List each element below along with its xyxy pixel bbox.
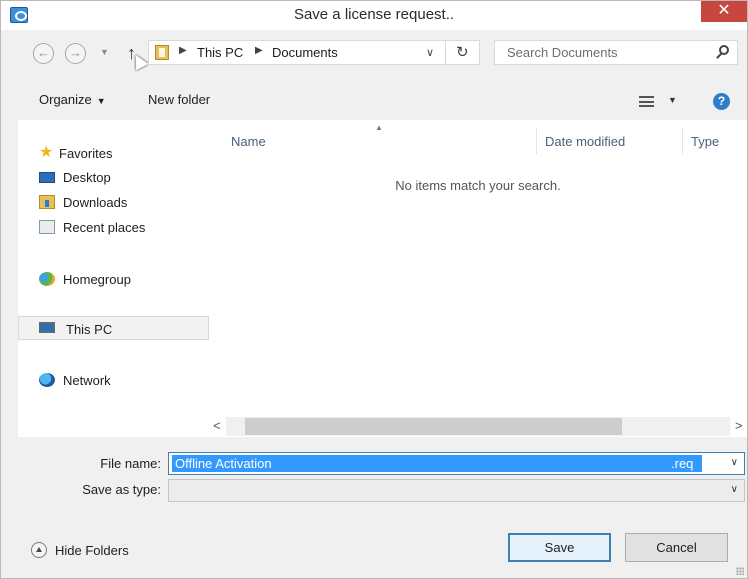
chevron-up-circle-icon [31, 542, 47, 558]
scroll-thumb[interactable] [245, 418, 622, 435]
nav-item-downloads[interactable]: Downloads [18, 190, 209, 214]
empty-message: No items match your search. [395, 178, 561, 193]
title-bar: Save a license request.. ✕ [1, 1, 747, 30]
organize-label: Organize [39, 92, 92, 107]
computer-icon [39, 322, 55, 333]
nav-item-label: Recent places [63, 220, 146, 235]
window-title: Save a license request.. [293, 6, 455, 23]
file-name-chevron-down-icon[interactable]: ∨ [731, 457, 738, 468]
hide-folders-label: Hide Folders [55, 543, 129, 558]
forward-arrow-icon: → [69, 45, 82, 60]
column-header-type[interactable]: Type [691, 134, 719, 149]
breadcrumb-separator-icon: ▶ [255, 45, 263, 56]
column-divider [536, 128, 537, 154]
address-divider [445, 41, 446, 64]
back-button[interactable]: ← [33, 43, 54, 64]
nav-item-label: Favorites [59, 146, 113, 161]
file-name-field[interactable]: Offline Activation .req ∨ [168, 452, 745, 475]
help-icon[interactable]: ? [713, 93, 730, 110]
scroll-right-icon[interactable]: > [735, 418, 743, 433]
column-divider [682, 128, 683, 154]
nav-item-desktop[interactable]: Desktop [18, 165, 209, 189]
search-input[interactable] [495, 41, 705, 64]
address-bar[interactable]: ▶ This PC ▶ Documents ∨ ↻ [148, 40, 480, 65]
breadcrumb-separator-icon: ▶ [179, 45, 187, 56]
nav-item-network[interactable]: Network [18, 368, 209, 392]
address-dropdown-chevron-icon[interactable]: ∨ [426, 46, 434, 59]
save-type-chevron-down-icon[interactable]: ∨ [731, 484, 738, 495]
nav-item-label: Desktop [63, 170, 111, 185]
save-dialog: Save a license request.. ✕ ← → ▼ ↑ ▶ Thi… [0, 0, 748, 579]
nav-item-recent-places[interactable]: Recent places [18, 215, 209, 239]
file-name-value: Offline Activation [175, 456, 272, 471]
nav-item-label: Downloads [63, 195, 128, 210]
breadcrumb-this-pc[interactable]: This PC [197, 45, 243, 60]
forward-button[interactable]: → [65, 43, 86, 64]
nav-item-label: Network [63, 373, 111, 388]
column-header-date-modified[interactable]: Date modified [545, 134, 625, 149]
search-box[interactable] [494, 40, 738, 65]
close-icon: ✕ [717, 2, 731, 19]
view-options-icon[interactable] [639, 96, 654, 107]
cancel-button[interactable]: Cancel [625, 533, 728, 562]
save-type-select[interactable]: ∨ [168, 479, 745, 502]
save-button[interactable]: Save [508, 533, 611, 562]
nav-item-homegroup[interactable]: Homegroup [18, 267, 209, 291]
horizontal-scrollbar[interactable]: < > [209, 417, 747, 437]
refresh-icon[interactable]: ↻ [456, 43, 469, 61]
homegroup-icon [39, 272, 55, 286]
navigation-pane: ★ Favorites Desktop Downloads Recent pla… [18, 120, 209, 437]
save-type-label: Save as type: [82, 482, 161, 497]
nav-item-label: Homegroup [63, 272, 131, 287]
nav-item-this-pc[interactable]: This PC [18, 316, 209, 340]
new-folder-button[interactable]: New folder [148, 92, 210, 107]
organize-chevron-down-icon: ▼ [96, 96, 106, 106]
folder-icon [155, 45, 169, 60]
file-name-extension: .req [671, 456, 694, 471]
recent-locations-chevron-icon[interactable]: ▼ [100, 47, 109, 57]
network-icon [39, 373, 55, 387]
sort-ascending-icon: ▲ [375, 123, 383, 132]
close-button[interactable]: ✕ [701, 1, 747, 22]
organize-menu[interactable]: Organize ▼ [39, 92, 106, 107]
file-name-label: File name: [100, 456, 161, 471]
command-bar: Organize ▼ New folder ▼ ? [1, 76, 747, 120]
recent-places-icon [39, 220, 55, 234]
navigation-bar: ← → ▼ ↑ ▶ This PC ▶ Documents ∨ ↻ [1, 30, 747, 76]
column-header-name[interactable]: Name [231, 134, 266, 149]
resize-grip-icon[interactable] [736, 567, 744, 575]
view-chevron-down-icon[interactable]: ▼ [668, 95, 677, 105]
scroll-track[interactable] [226, 417, 730, 436]
nav-item-label: This PC [66, 322, 113, 337]
downloads-icon [39, 195, 55, 209]
breadcrumb-documents[interactable]: Documents [272, 45, 338, 60]
back-arrow-icon: ← [37, 45, 50, 60]
nav-item-favorites[interactable]: ★ Favorites [18, 141, 209, 165]
desktop-icon [39, 172, 55, 183]
scroll-left-icon[interactable]: < [213, 418, 221, 433]
search-icon[interactable] [719, 45, 729, 55]
file-list: ▲ Name Date modified Type No items match… [209, 120, 747, 417]
